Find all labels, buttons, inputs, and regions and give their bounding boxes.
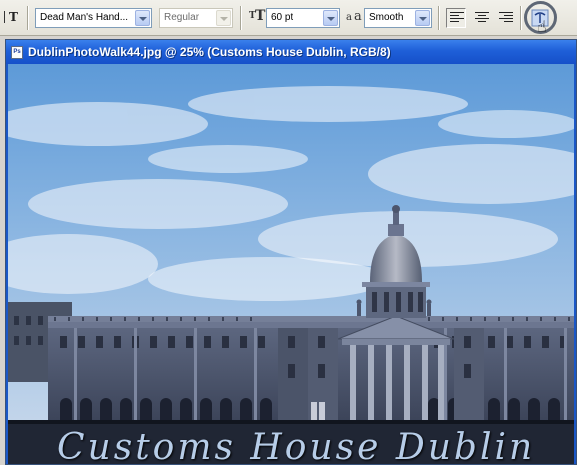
align-left-button[interactable] bbox=[446, 8, 466, 28]
options-toolbar: T Dead Man's Hand... Regular TT 60 pt aa… bbox=[0, 0, 577, 36]
toolbar-divider bbox=[27, 6, 29, 30]
font-family-value: Dead Man's Hand... bbox=[40, 12, 129, 23]
document-title-bar[interactable]: Ps DublinPhotoWalk44.jpg @ 25% (Customs … bbox=[6, 40, 576, 64]
align-center-icon bbox=[475, 12, 489, 22]
toolbar-divider bbox=[240, 6, 242, 30]
font-size-select[interactable]: 60 pt bbox=[266, 8, 340, 28]
chevron-down-icon[interactable] bbox=[415, 10, 430, 26]
font-style-value: Regular bbox=[164, 12, 200, 23]
align-right-icon bbox=[499, 12, 513, 22]
align-right-button[interactable] bbox=[495, 8, 515, 28]
align-left-icon bbox=[450, 12, 464, 22]
text-orientation-icon[interactable]: T bbox=[4, 9, 22, 27]
document-window: Ps DublinPhotoWalk44.jpg @ 25% (Customs … bbox=[5, 39, 577, 465]
customs-house-photo bbox=[8, 64, 574, 464]
chevron-down-icon[interactable] bbox=[135, 10, 150, 26]
align-center-button[interactable] bbox=[471, 8, 491, 28]
chevron-down-icon[interactable] bbox=[216, 10, 231, 26]
image-canvas[interactable]: Customs House Dublin bbox=[8, 64, 574, 464]
photoshop-document-icon: Ps bbox=[11, 46, 23, 59]
antialias-value: Smooth bbox=[369, 12, 404, 23]
chevron-down-icon[interactable] bbox=[323, 10, 338, 26]
font-style-select[interactable]: Regular bbox=[159, 8, 233, 28]
hand-cursor-icon: ☝ bbox=[537, 17, 547, 36]
antialias-icon: aa bbox=[346, 9, 362, 24]
font-size-value: 60 pt bbox=[271, 12, 294, 23]
antialias-select[interactable]: Smooth bbox=[364, 8, 432, 28]
toolbar-divider bbox=[520, 6, 522, 30]
canvas-text-layer[interactable]: Customs House Dublin bbox=[57, 427, 535, 464]
document-title: DublinPhotoWalk44.jpg @ 25% (Customs Hou… bbox=[28, 45, 391, 59]
font-size-icon: TT bbox=[249, 8, 266, 24]
toolbar-divider bbox=[438, 6, 440, 30]
font-family-select[interactable]: Dead Man's Hand... bbox=[35, 8, 152, 28]
